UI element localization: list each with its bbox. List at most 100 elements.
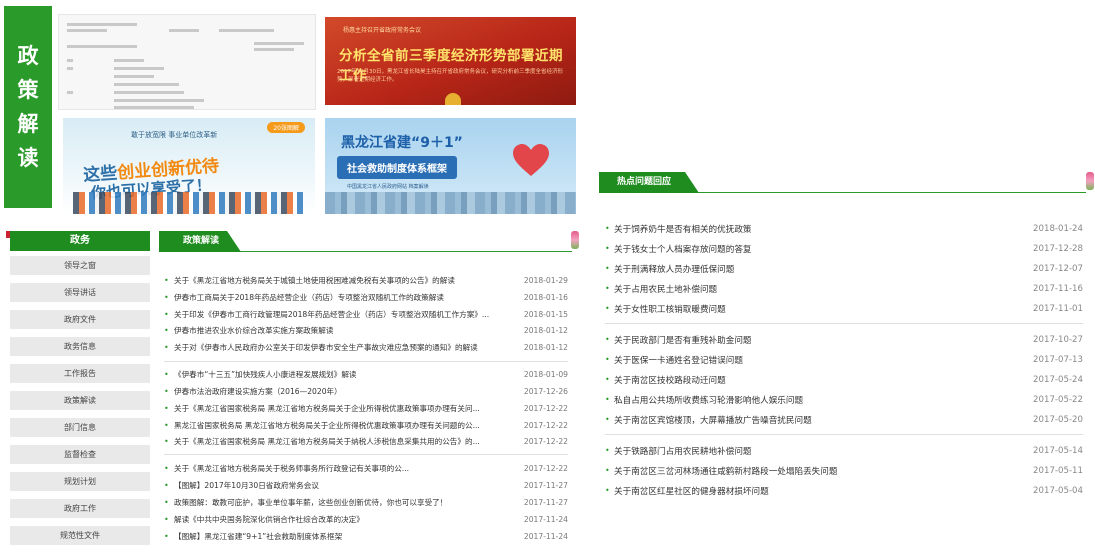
list-item[interactable]: • 关于南岔区技校路段动迁问题 2017-05-24 bbox=[605, 370, 1083, 389]
list-item[interactable]: • 关于《黑龙江省地方税务局关于城镇土地使用税困难减免税有关事项的公告》的解读 20… bbox=[164, 272, 568, 288]
people-illustration bbox=[73, 192, 303, 214]
sidebar-item-supervision[interactable]: 监督检查 bbox=[10, 445, 150, 464]
list-item[interactable]: • 伊春市推进农业水价综合改革实施方案政策解读 2018-01-12 bbox=[164, 322, 568, 338]
item-date: 2017-05-04 bbox=[1033, 485, 1083, 496]
bullet-icon: • bbox=[605, 355, 610, 364]
item-title[interactable]: 伊春市推进农业水价综合改革实施方案政策解读 bbox=[174, 325, 510, 336]
policy-section-title[interactable]: 政策解读 bbox=[159, 231, 241, 252]
item-date: 2018-01-29 bbox=[523, 275, 568, 285]
item-title[interactable]: 关于《黑龙江省国家税务局 黑龙江省地方税务局关于纳税人涉税信息采集共用的公告》的… bbox=[174, 436, 510, 447]
item-date: 2017-12-28 bbox=[1033, 243, 1083, 254]
bullet-icon: • bbox=[605, 304, 610, 313]
heart-hands-icon bbox=[513, 144, 549, 176]
item-date: 2017-07-13 bbox=[1033, 354, 1083, 365]
list-item[interactable]: • 《伊春市“十三五”加快残疾人小康进程发展规划》解读 2018-01-09 bbox=[164, 366, 568, 382]
bullet-icon: • bbox=[605, 415, 610, 424]
list-item[interactable]: • 关于南岔区宾馆楼顶，大屏幕播放广告噪音扰民问题 2017-05-20 bbox=[605, 410, 1083, 429]
item-title[interactable]: 解读《中共中央国务院深化供销合作社综合改革的决定》 bbox=[174, 514, 510, 525]
hot-topics-header: 热点问题回应 bbox=[599, 172, 1086, 193]
sidebar-item-info[interactable]: 政务信息 bbox=[10, 337, 150, 356]
city-skyline bbox=[325, 192, 576, 214]
item-title[interactable]: 《伊春市“十三五”加快残疾人小康进程发展规划》解读 bbox=[174, 369, 510, 380]
item-title[interactable]: 关于女性职工核销取暖费问题 bbox=[614, 303, 1013, 315]
item-date: 2017-11-16 bbox=[1033, 283, 1083, 294]
item-title[interactable]: 黑龙江省国家税务局 黑龙江省地方税务局关于企业所得税优惠政策事项办理有关问题的公… bbox=[174, 420, 510, 431]
item-title[interactable]: 关于《黑龙江省地方税务局关于城镇土地使用税困难减免税有关事项的公告》的解读 bbox=[174, 275, 510, 286]
list-item[interactable]: • 关于钱女士个人档案存放问题的答复 2017-12-28 bbox=[605, 239, 1083, 258]
list-item[interactable]: • 关于对《伊春市人民政府办公室关于印发伊春市安全生产事故灾难应急预案的通知》的解… bbox=[164, 339, 568, 355]
list-item[interactable]: • 私自占用公共场所收费练习轮滑影响他人娱乐问题 2017-05-22 bbox=[605, 390, 1083, 409]
item-title[interactable]: 关于铁路部门占用农民耕地补偿问题 bbox=[614, 445, 1013, 457]
bullet-icon: • bbox=[164, 436, 169, 446]
list-item[interactable]: • 关于铁路部门占用农民耕地补偿问题 2017-05-14 bbox=[605, 441, 1083, 460]
sidebar-item-departments[interactable]: 部门信息 bbox=[10, 418, 150, 437]
item-title[interactable]: 关于对《伊春市人民政府办公室关于印发伊春市安全生产事故灾难应急预案的通知》的解读 bbox=[174, 342, 510, 353]
item-title[interactable]: 关于南岔区技校路段动迁问题 bbox=[614, 374, 1013, 386]
sidebar-item-normative[interactable]: 规范性文件 bbox=[10, 526, 150, 545]
hot-topics-title[interactable]: 热点问题回应 bbox=[599, 172, 699, 193]
item-title[interactable]: 【图解】黑龙江省建“9+1”社会救助制度体系框架 bbox=[174, 531, 510, 542]
item-date: 2017-12-22 bbox=[523, 403, 568, 413]
sidebar-item-reports[interactable]: 工作报告 bbox=[10, 364, 150, 383]
startup-policy-image[interactable]: 20张图解 敢于放宽限 事业单位改革新 这些创业创新优待 你也可以享受了！ bbox=[63, 118, 315, 214]
sidebar-item-gov-work[interactable]: 政府工作 bbox=[10, 499, 150, 518]
social-rescue-image[interactable]: 黑龙江省建“9＋1” 社会救助制度体系框架 中国黑龙江省人民政府网站 档案解读 bbox=[325, 118, 576, 214]
list-item[interactable]: • 【图解】黑龙江省建“9+1”社会救助制度体系框架 2017-11-24 bbox=[164, 528, 568, 544]
list-item[interactable]: • 关于医保一卡通姓名登记错误问题 2017-07-13 bbox=[605, 350, 1083, 369]
list-item[interactable]: • 关于女性职工核销取暖费问题 2017-11-01 bbox=[605, 299, 1083, 318]
item-date: 2017-12-26 bbox=[523, 386, 568, 396]
sidebar-item-policy[interactable]: 政策解读 bbox=[10, 391, 150, 410]
list-item[interactable]: • 关于民政部门是否有重残补助金问题 2017-10-27 bbox=[605, 330, 1083, 349]
bullet-icon: • bbox=[164, 480, 169, 490]
item-title[interactable]: 关于《黑龙江省国家税务局 黑龙江省地方税务局关于企业所得税优惠政策事项办理有关问… bbox=[174, 403, 510, 414]
item-title[interactable]: 关于刑满释放人员办理低保问题 bbox=[614, 263, 1013, 275]
item-title[interactable]: 关于饲养奶牛是否有相关的优抚政策 bbox=[614, 223, 1013, 235]
sidebar-item-documents[interactable]: 政府文件 bbox=[10, 310, 150, 329]
item-title[interactable]: 关于医保一卡通姓名登记错误问题 bbox=[614, 354, 1013, 366]
list-item[interactable]: • 黑龙江省国家税务局 黑龙江省地方税务局关于企业所得税优惠政策事项办理有关问题的… bbox=[164, 417, 568, 433]
list-item[interactable]: • 政策图解：敢教可庇护，事业单位事年薪，这些创业创新优待，你也可以享受了！ 201… bbox=[164, 494, 568, 510]
sidebar-title[interactable]: 政务 bbox=[10, 231, 150, 251]
list-item[interactable]: • 关于南岔区三岔河林场通往咸鹤新村路段一处塌陷丢失问题 2017-05-11 bbox=[605, 461, 1083, 480]
item-title[interactable]: 关于民政部门是否有重残补助金问题 bbox=[614, 334, 1013, 346]
list-item[interactable]: • 【图解】2017年10月30日省政府常务会议 2017-11-27 bbox=[164, 477, 568, 493]
list-item[interactable]: • 关于饲养奶牛是否有相关的优抚政策 2018-01-24 bbox=[605, 219, 1083, 238]
list-item[interactable]: • 关于刑满释放人员办理低保问题 2017-12-07 bbox=[605, 259, 1083, 278]
list-item[interactable]: • 关于《黑龙江省国家税务局 黑龙江省地方税务局关于企业所得税优惠政策事项办理有关… bbox=[164, 400, 568, 416]
sidebar-item-speeches[interactable]: 领导讲话 bbox=[10, 283, 150, 302]
item-title[interactable]: 伊春市法治政府建设实施方案（2016—2020年） bbox=[174, 386, 510, 397]
list-item[interactable]: • 关于《黑龙江省国家税务局 黑龙江省地方税务局关于纳税人涉税信息采集共用的公告》… bbox=[164, 433, 568, 449]
flower-decoration-icon bbox=[1086, 172, 1094, 190]
item-title[interactable]: 私自占用公共场所收费练习轮滑影响他人娱乐问题 bbox=[614, 394, 1013, 406]
list-item[interactable]: • 伊春市法治政府建设实施方案（2016—2020年） 2017-12-26 bbox=[164, 383, 568, 399]
emblem-icon bbox=[445, 93, 461, 105]
bullet-icon: • bbox=[605, 284, 610, 293]
item-title[interactable]: 关于钱女士个人档案存放问题的答复 bbox=[614, 243, 1013, 255]
item-title[interactable]: 关于印发《伊春市工商行政管理局2018年药品经营企业（药店）专项整治双随机工作方… bbox=[174, 309, 510, 320]
item-title[interactable]: 关于占用农民土地补偿问题 bbox=[614, 283, 1013, 295]
policy-interpretation-label[interactable]: 政 策 解 读 bbox=[4, 6, 52, 208]
list-item[interactable]: • 关于《黑龙江省地方税务局关于税务师事务所行政登记有关事项的公... 2017-1… bbox=[164, 460, 568, 476]
item-title[interactable]: 关于南岔区红星社区的健身器材损坏问题 bbox=[614, 485, 1013, 497]
list-item[interactable]: • 关于印发《伊春市工商行政管理局2018年药品经营企业（药店）专项整治双随机工作… bbox=[164, 306, 568, 322]
bullet-icon: • bbox=[605, 264, 610, 273]
sidebar-item-planning[interactable]: 规划计划 bbox=[10, 472, 150, 491]
list-item[interactable]: • 解读《中共中央国务院深化供销合作社综合改革的决定》 2017-11-24 bbox=[164, 511, 568, 527]
bullet-icon: • bbox=[164, 292, 169, 302]
item-title[interactable]: 关于南岔区宾馆楼顶，大屏幕播放广告噪音扰民问题 bbox=[614, 414, 1013, 426]
label-char: 读 bbox=[17, 145, 39, 170]
meeting-news-image[interactable]: 杨惠主持召开省政府常务会议 分析全省前三季度经济形势部署近期工作 2017年10… bbox=[325, 17, 576, 105]
flower-decoration-icon bbox=[571, 231, 579, 249]
list-item[interactable]: • 关于占用农民土地补偿问题 2017-11-16 bbox=[605, 279, 1083, 298]
bullet-icon: • bbox=[605, 446, 610, 455]
sidebar-item-leaders[interactable]: 领导之窗 bbox=[10, 256, 150, 275]
item-title[interactable]: 关于南岔区三岔河林场通往咸鹤新村路段一处塌陷丢失问题 bbox=[614, 465, 1013, 477]
list-item[interactable]: • 伊春市工商局关于2018年药品经营企业（药店）专项整治双随机工作的政策解读 20… bbox=[164, 289, 568, 305]
item-title[interactable]: 【图解】2017年10月30日省政府常务会议 bbox=[174, 480, 510, 491]
item-title[interactable]: 关于《黑龙江省地方税务局关于税务师事务所行政登记有关事项的公... bbox=[174, 463, 510, 474]
document-image[interactable] bbox=[58, 14, 316, 110]
item-title[interactable]: 政策图解：敢教可庇护，事业单位事年薪，这些创业创新优待，你也可以享受了！ bbox=[174, 497, 510, 508]
list-divider bbox=[605, 323, 1083, 324]
list-item[interactable]: • 关于南岔区红星社区的健身器材损坏问题 2017-05-04 bbox=[605, 481, 1083, 500]
item-title[interactable]: 伊春市工商局关于2018年药品经营企业（药店）专项整治双随机工作的政策解读 bbox=[174, 292, 510, 303]
